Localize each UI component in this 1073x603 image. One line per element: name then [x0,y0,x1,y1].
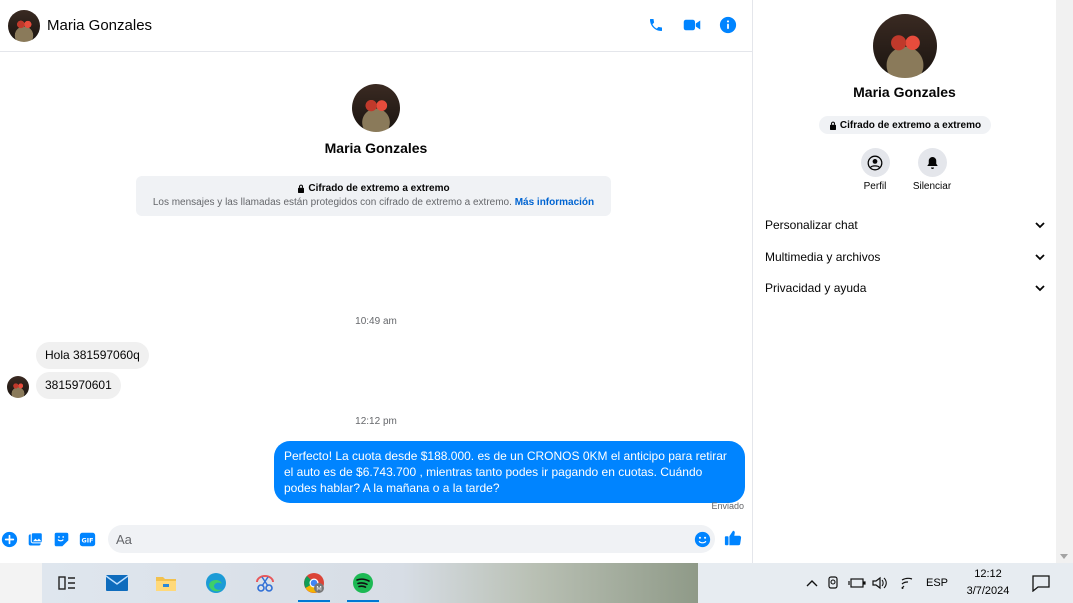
info-icon[interactable] [718,15,738,35]
plus-icon[interactable] [0,530,18,548]
task-view-icon[interactable] [47,567,87,599]
file-explorer-icon[interactable] [146,567,186,599]
e2e-notice: Cifrado de extremo a extremo Los mensaje… [136,176,611,216]
profile-icon [860,148,890,177]
mail-icon[interactable] [97,567,137,599]
contact-name[interactable]: Maria Gonzales [47,17,152,34]
clock-date: 3/7/2024 [966,585,1010,597]
meet-now-icon[interactable] [826,576,840,590]
notifications-icon[interactable] [1024,567,1058,599]
message-input-container [108,525,715,553]
message-status: Enviado [711,501,744,511]
system-tray: ESP [806,563,948,603]
incoming-message[interactable]: Hola 381597060q [36,342,149,369]
mute-button[interactable]: Silenciar [902,148,962,192]
lock-icon [298,184,305,193]
composer: GIF [0,524,752,556]
wifi-icon[interactable] [900,576,916,590]
scroll-down-arrow-icon[interactable] [1060,554,1068,559]
panel-contact-name: Maria Gonzales [853,84,956,100]
e2e-description-text: Los mensajes y las llamadas están proteg… [152,197,512,208]
e2e-badge[interactable]: Cifrado de extremo a extremo [819,116,991,134]
bell-icon [917,148,947,177]
intro-contact-name: Maria Gonzales [324,140,428,156]
incoming-message[interactable]: 3815970601 [36,372,121,399]
conversation-info-panel: Maria Gonzales Cifrado de extremo a extr… [753,0,1056,563]
message-avatar[interactable] [7,376,29,398]
taskbar-start-area[interactable] [0,563,42,603]
volume-icon[interactable] [872,576,888,590]
like-icon[interactable] [724,529,742,547]
intro-avatar[interactable] [352,84,400,132]
message-input[interactable] [108,525,668,553]
timestamp: 10:49 am [355,316,397,327]
e2e-badge-label: Cifrado de extremo a extremo [839,119,982,131]
chrome-icon[interactable]: M [294,567,334,602]
chevron-up-icon[interactable] [806,579,818,587]
more-info-link[interactable]: Más información [515,197,594,208]
e2e-title: Cifrado de extremo a extremo [136,183,611,194]
phone-icon[interactable] [646,15,666,35]
panel-avatar[interactable] [873,14,937,78]
header-actions [646,15,738,35]
section-customize-chat[interactable]: Personalizar chat [765,214,1045,236]
section-label: Privacidad y ayuda [765,281,867,295]
outgoing-message[interactable]: Perfecto! La cuota desde $188.000. es de… [274,441,745,503]
battery-plug-icon[interactable] [848,576,866,590]
lock-icon [829,121,836,130]
section-media-files[interactable]: Multimedia y archivos [765,246,1045,268]
input-language[interactable]: ESP [926,577,948,589]
profile-label: Perfil [863,181,887,192]
video-call-icon[interactable] [682,15,702,35]
spotify-icon[interactable] [343,567,383,602]
contact-avatar[interactable] [8,9,40,42]
chevron-down-icon [1035,221,1045,228]
clock-time: 12:12 [974,568,1002,580]
svg-text:M: M [316,585,322,593]
chat-body: Maria Gonzales Cifrado de extremo a extr… [0,53,752,517]
timestamp: 12:12 pm [355,416,397,427]
e2e-title-text: Cifrado de extremo a extremo [308,183,450,194]
edge-browser-icon[interactable] [196,567,236,599]
profile-button[interactable]: Perfil [845,148,905,192]
image-icon[interactable] [26,530,44,548]
emoji-icon[interactable] [693,530,711,548]
chat-header: Maria Gonzales [0,0,752,52]
sticker-icon[interactable] [52,530,70,548]
windows-taskbar: M ESP 12:12 3/7/2024 [0,563,1073,603]
section-privacy-help[interactable]: Privacidad y ayuda [765,277,1045,299]
snipping-tool-icon[interactable] [245,567,285,599]
mute-label: Silenciar [912,181,952,192]
section-label: Personalizar chat [765,218,858,232]
chevron-down-icon [1035,253,1045,260]
taskbar-clock[interactable]: 12:12 3/7/2024 [955,566,1021,600]
e2e-description: Los mensajes y las llamadas están proteg… [136,197,611,208]
svg-text:GIF: GIF [81,536,93,544]
section-label: Multimedia y archivos [765,250,881,264]
chat-intro: Maria Gonzales [0,84,752,156]
gif-icon[interactable]: GIF [78,530,96,548]
page-scrollbar[interactable] [1056,0,1073,563]
chevron-down-icon [1035,284,1045,291]
